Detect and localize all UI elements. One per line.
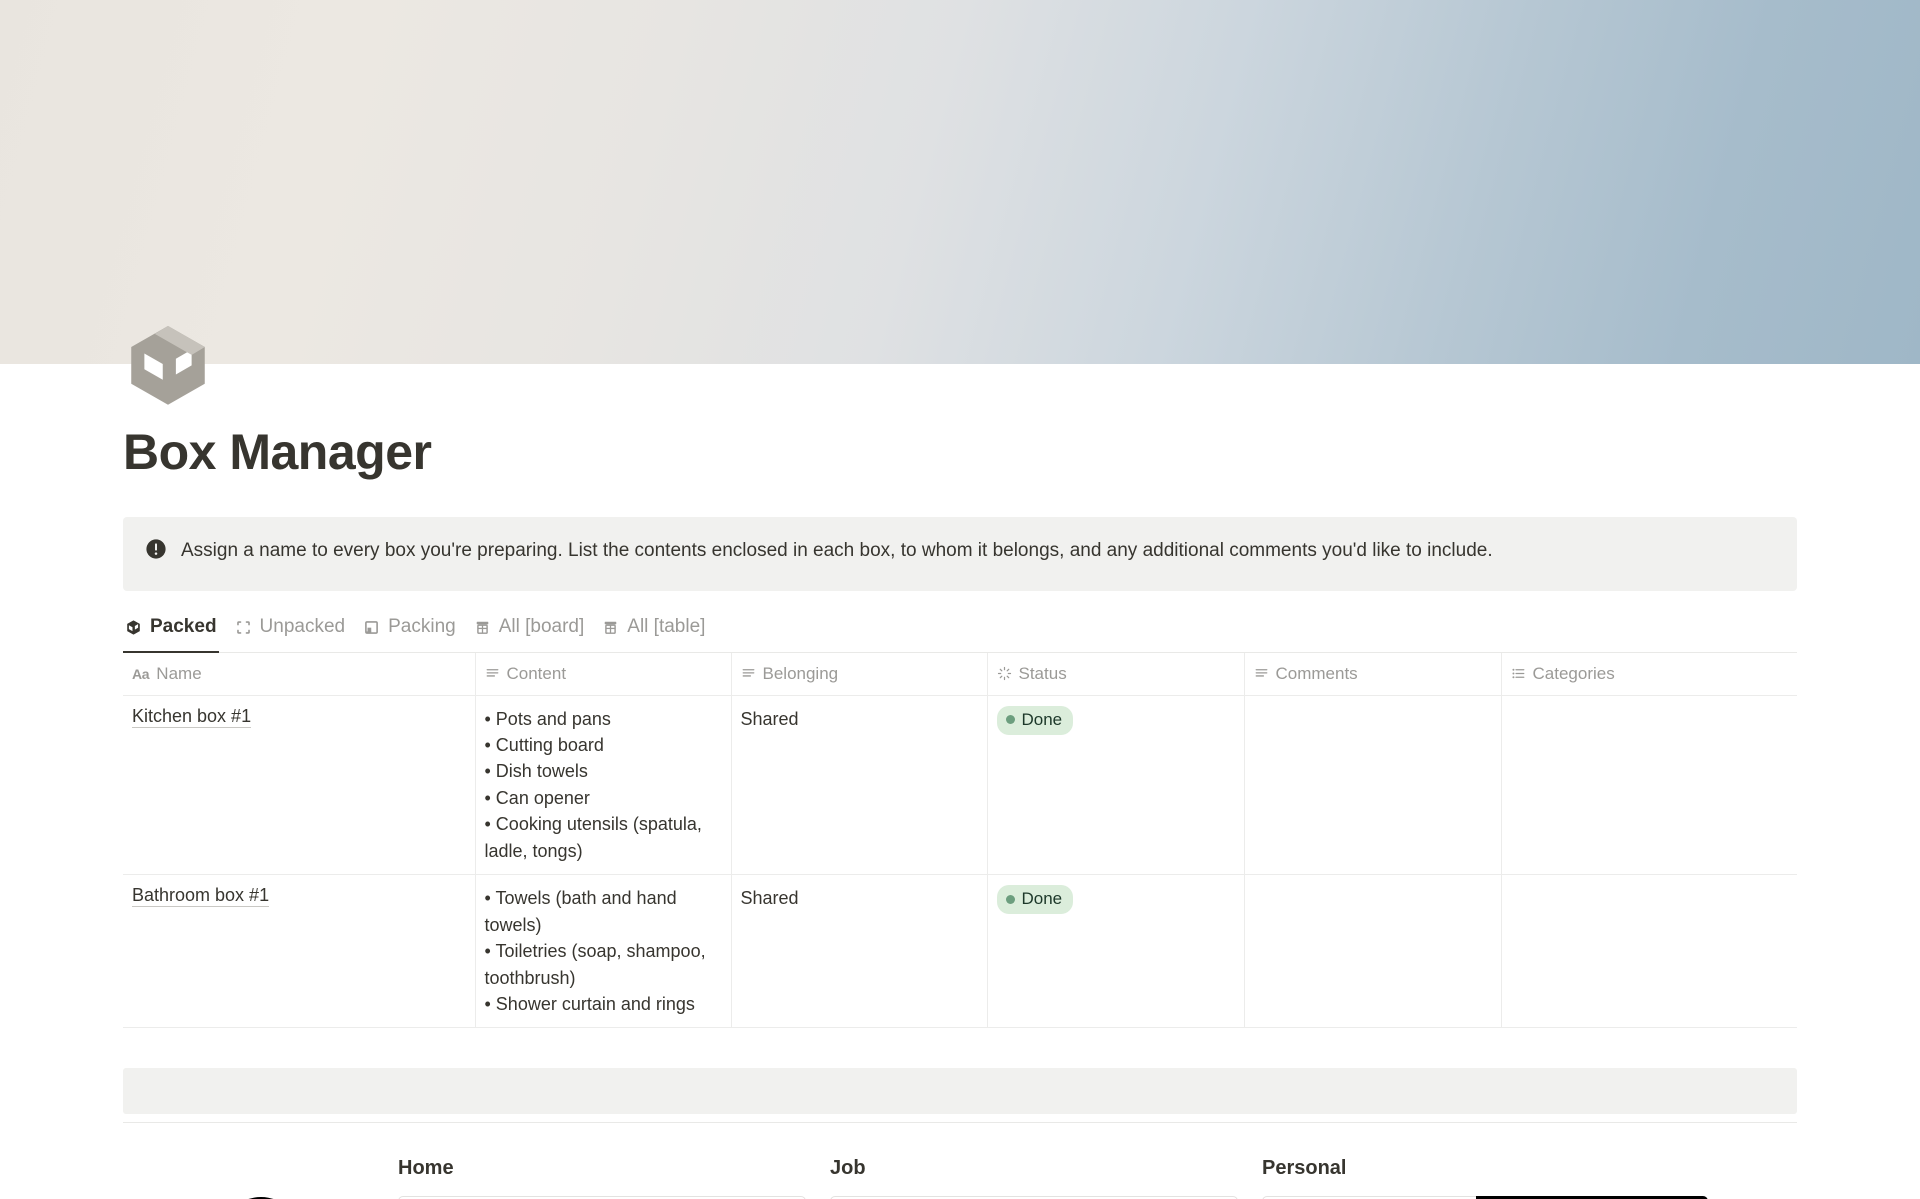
- cell-content-text: • Towels (bath and hand towels) • Toilet…: [484, 888, 706, 1015]
- multi-select-list-icon: [1511, 666, 1526, 681]
- page-body: Box Manager Assign a name to every box y…: [0, 364, 1920, 1199]
- box-3d-icon: [125, 619, 142, 636]
- divider: [123, 1122, 1797, 1124]
- tab-all-table[interactable]: All [table]: [598, 612, 719, 652]
- column-label: Name: [156, 663, 202, 683]
- database-table: Aa Name Content Belonging Status Comment…: [123, 652, 1797, 1029]
- footer-column-job: Job [Notion] Freelancer Second Brain: [830, 1157, 1262, 1199]
- footer-heading: Home: [398, 1157, 454, 1180]
- footer-column-personal: Personal [Notion] Minimalistic Minimalis…: [1262, 1157, 1732, 1199]
- row-title-link[interactable]: Kitchen box #1: [132, 705, 252, 728]
- column-header-belonging[interactable]: Belonging: [731, 652, 988, 696]
- tab-label: All [board]: [498, 616, 585, 637]
- table-row[interactable]: Bathroom box #1 • Towels (bath and hand …: [123, 874, 1797, 1029]
- callout-text: Assign a name to every box you're prepar…: [181, 539, 1493, 561]
- cell-content[interactable]: • Pots and pans • Cutting board • Dish t…: [475, 695, 732, 876]
- dashed-square-icon: [235, 619, 252, 636]
- row-title-link[interactable]: Bathroom box #1: [132, 885, 270, 908]
- cell-belonging[interactable]: Shared: [731, 874, 988, 1029]
- column-label: Categories: [1532, 663, 1615, 683]
- status-dot-icon: [1005, 894, 1015, 904]
- tab-unpacked[interactable]: Unpacked: [231, 612, 360, 652]
- text-lines-icon: [741, 666, 756, 681]
- cell-categories[interactable]: [1501, 695, 1797, 876]
- box-package-icon[interactable]: [126, 322, 210, 406]
- cell-content[interactable]: • Towels (bath and hand towels) • Toilet…: [475, 874, 732, 1029]
- footer-column-home: Home [Notion] Household Management Pro: [398, 1157, 830, 1199]
- cell-categories[interactable]: [1501, 874, 1797, 1029]
- column-header-name[interactable]: Aa Name: [123, 652, 476, 696]
- cell-name[interactable]: Bathroom box #1: [123, 874, 476, 1029]
- footer-promo-area: Home [Notion] Household Management Pro J…: [123, 1157, 1797, 1199]
- status-spinner-icon: [997, 666, 1012, 681]
- column-header-categories[interactable]: Categories: [1501, 652, 1797, 696]
- database-view-tabs: Packed Unpacked Packing All [board] All …: [123, 613, 1797, 653]
- callout-block: Assign a name to every box you're prepar…: [123, 516, 1797, 591]
- status-badge: Done: [996, 705, 1074, 735]
- tab-packed[interactable]: Packed: [123, 612, 231, 653]
- status-badge: Done: [996, 885, 1074, 915]
- tab-label: All [table]: [627, 616, 706, 637]
- column-label: Status: [1018, 663, 1067, 683]
- page-title: Box Manager: [123, 424, 432, 480]
- empty-callout-block: [123, 1068, 1797, 1115]
- exclamation-circle-icon: [145, 538, 167, 560]
- tab-label: Packing: [388, 616, 456, 637]
- column-label: Comments: [1275, 663, 1358, 683]
- table-row[interactable]: Kitchen box #1 • Pots and pans • Cutting…: [123, 695, 1797, 876]
- column-header-status[interactable]: Status: [987, 652, 1245, 696]
- table-icon: [602, 619, 619, 636]
- tab-packing[interactable]: Packing: [359, 612, 470, 652]
- cell-status[interactable]: Done: [987, 874, 1245, 1029]
- cell-content-text: • Pots and pans • Cutting board • Dish t…: [484, 708, 702, 861]
- column-label: Content: [506, 663, 567, 683]
- cell-belonging[interactable]: Shared: [731, 695, 988, 876]
- column-label: Belonging: [762, 663, 839, 683]
- page-cover-image: [0, 0, 1920, 364]
- text-lines-icon: [1254, 666, 1269, 681]
- table-header-row: Aa Name Content Belonging Status Comment…: [123, 652, 1797, 696]
- footer-heading: Personal: [1262, 1157, 1347, 1180]
- cell-name[interactable]: Kitchen box #1: [123, 695, 476, 876]
- column-header-content[interactable]: Content: [475, 652, 732, 696]
- status-label: Done: [1021, 709, 1063, 729]
- text-lines-icon: [485, 666, 500, 681]
- table-icon: [474, 619, 491, 636]
- status-label: Done: [1021, 889, 1063, 909]
- footer-heading: Job: [830, 1157, 866, 1180]
- page-title-wrap: Box Manager: [123, 364, 1797, 479]
- column-header-comments[interactable]: Comments: [1244, 652, 1502, 696]
- avatar-column: [123, 1157, 398, 1199]
- tab-label: Unpacked: [259, 616, 346, 637]
- tab-label: Packed: [150, 616, 217, 637]
- cell-belonging-text: Shared: [740, 708, 799, 729]
- cell-comments[interactable]: [1244, 695, 1502, 876]
- tab-all-board[interactable]: All [board]: [470, 612, 599, 652]
- cell-comments[interactable]: [1244, 874, 1502, 1029]
- cell-status[interactable]: Done: [987, 695, 1245, 876]
- cell-belonging-text: Shared: [740, 888, 799, 909]
- status-dot-icon: [1005, 715, 1015, 725]
- title-aa-icon: Aa: [132, 665, 150, 682]
- half-filled-square-icon: [363, 619, 380, 636]
